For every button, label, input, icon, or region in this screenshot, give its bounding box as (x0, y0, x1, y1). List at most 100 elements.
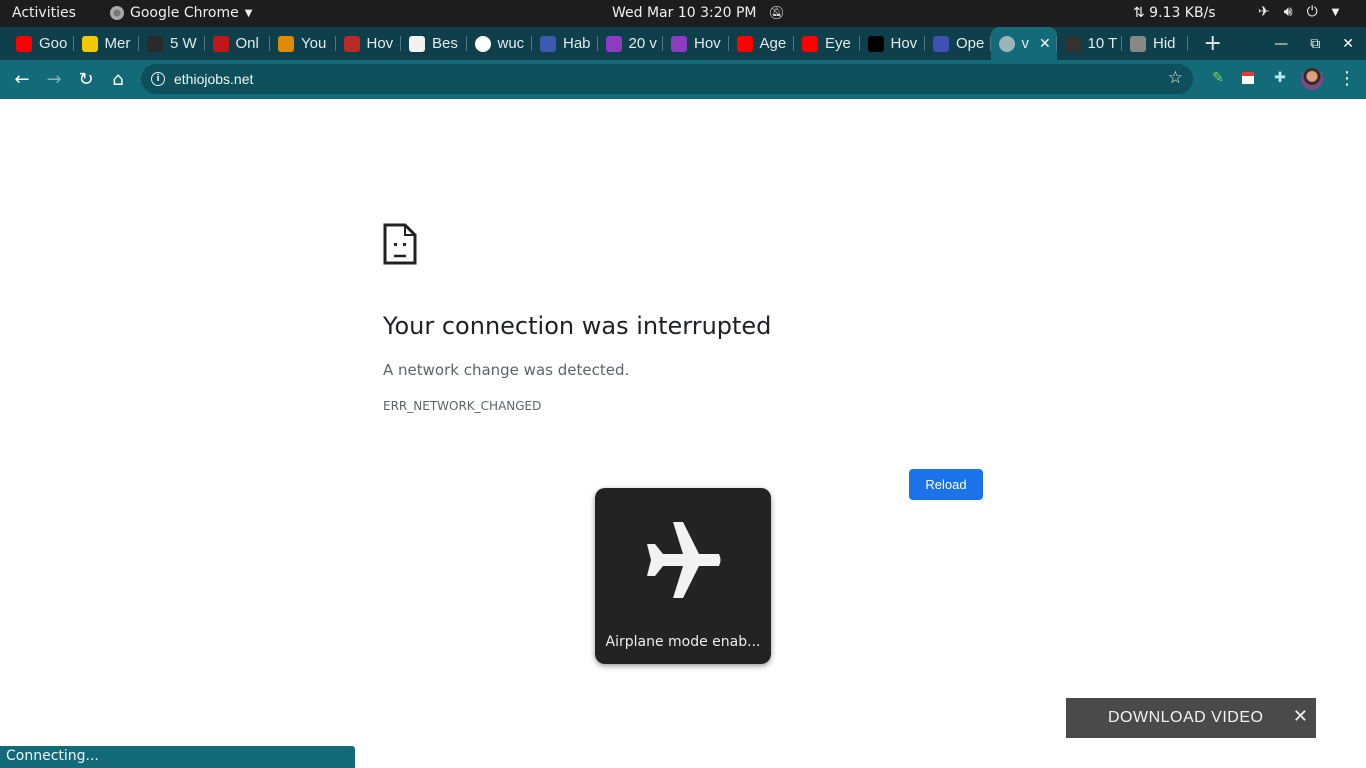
osd-message: Airplane mode enab... (605, 634, 761, 650)
tab-title: You (301, 35, 327, 52)
tabs: Goo Mer 5 W Onl You Hov Bes wuc Hab 20 v Hov Age Eye… (8, 27, 1188, 60)
tab-item[interactable]: Bes (401, 27, 467, 60)
profile-avatar[interactable] (1301, 68, 1323, 90)
tab-title: Mer (104, 35, 131, 52)
yellow-note-icon (81, 35, 98, 52)
blue-circle-icon (540, 35, 556, 52)
tab-title: 20 v (628, 35, 657, 52)
purple-e-icon (605, 35, 622, 52)
error-title: Your connection was interrupted (383, 312, 772, 340)
home-icon[interactable]: ⌂ (102, 64, 134, 96)
tab-title: Hov (694, 35, 721, 52)
app-name: Google Chrome (130, 5, 239, 21)
sad-document-icon (383, 223, 417, 269)
tab-item[interactable]: Onl (205, 27, 271, 60)
tab-item[interactable]: Goo (8, 27, 74, 60)
tab-item[interactable]: wuc (467, 27, 533, 60)
new-tab-button[interactable]: + (1204, 31, 1234, 56)
tab-title: Bes (432, 35, 458, 52)
tab-title: Onl (235, 35, 259, 52)
activities-button[interactable]: Activities (12, 5, 76, 21)
notifications-off-icon: 🔕︎ (768, 5, 786, 21)
extensions-puzzle-icon[interactable]: ✚ (1270, 68, 1290, 88)
tab-item[interactable]: Hid (1122, 27, 1188, 60)
datetime: Wed Mar 10 3:20 PM (612, 5, 757, 21)
airplane-icon: ✈ (1258, 4, 1270, 20)
tab-title: 10 T (1087, 35, 1118, 52)
youtube-icon (802, 35, 818, 52)
system-tray[interactable]: ✈ 🔊︎ ⏻ ▼ (1258, 4, 1339, 20)
clock[interactable]: Wed Mar 10 3:20 PM 🔕︎ (612, 5, 785, 21)
url-text[interactable]: ethiojobs.net (174, 71, 253, 87)
tab-item[interactable]: Hov (860, 27, 926, 60)
volume-icon: 🔊︎ (1283, 4, 1293, 20)
error-code: ERR_NETWORK_CHANGED (383, 399, 542, 413)
tab-title: Ope (956, 35, 985, 52)
close-icon[interactable]: ✕ (1293, 706, 1308, 727)
address-bar[interactable]: i ethiojobs.net ☆ (141, 64, 1193, 94)
tab-item[interactable]: Hov (336, 27, 402, 60)
tab-item[interactable]: 5 W (139, 27, 205, 60)
youtube-icon (736, 35, 753, 52)
tab-item[interactable]: You (270, 27, 336, 60)
tab-item[interactable]: Age (729, 27, 795, 60)
menu-dots-icon[interactable]: ⋮ (1338, 68, 1356, 89)
reload-icon[interactable]: ↻ (70, 64, 102, 96)
pen-extension-icon[interactable]: ✎ (1208, 68, 1228, 88)
tab-item[interactable]: Mer (74, 27, 140, 60)
calendar-extension-icon[interactable] (1238, 68, 1258, 88)
back-button[interactable]: ← (6, 64, 38, 96)
app-menu[interactable]: Google Chrome ▼ (110, 5, 252, 21)
airplane-mode-osd: Airplane mode enab... (595, 488, 771, 664)
close-tab-icon[interactable]: ✕ (1039, 35, 1051, 52)
minimize-icon[interactable]: — (1274, 36, 1288, 52)
status-bubble: Connecting... (0, 746, 355, 768)
tab-item[interactable]: Hab (532, 27, 598, 60)
chrome-icon (110, 6, 124, 20)
tab-item[interactable]: 10 T (1057, 27, 1123, 60)
network-speed: ⇅ 9.13 KB/s (1133, 5, 1216, 21)
download-video-bar[interactable]: DOWNLOAD VIDEO ✕ (1066, 698, 1316, 738)
error-description: A network change was detected. (383, 361, 630, 379)
close-icon[interactable]: ✕ (1342, 36, 1354, 52)
tab-title: wuc (497, 35, 525, 52)
browser-toolbar: ← → ↻ ⌂ i ethiojobs.net ☆ ✎ ✚ (0, 60, 1366, 99)
owl-icon (1130, 35, 1146, 52)
google-icon (474, 35, 491, 52)
dev-icon (867, 35, 884, 52)
triangle-logo-icon (278, 35, 294, 52)
reload-button[interactable]: Reload (909, 469, 983, 500)
system-top-bar: Activities Google Chrome ▼ Wed Mar 10 3:… (0, 0, 1366, 27)
tab-item[interactable]: Hov (663, 27, 729, 60)
forward-button[interactable]: → (38, 64, 70, 96)
ie-icon (147, 35, 163, 52)
chevron-down-icon: ▼ (244, 7, 253, 19)
tab-strip: Goo Mer 5 W Onl You Hov Bes wuc Hab 20 v Hov Age Eye… (0, 27, 1366, 60)
tab-title: Hov (366, 35, 394, 52)
download-video-label[interactable]: DOWNLOAD VIDEO (1108, 709, 1263, 727)
chevron-down-icon: ▼ (1331, 7, 1340, 18)
k-logo-icon (409, 35, 425, 52)
maximize-icon[interactable]: ⧉ (1310, 36, 1320, 52)
quora-icon (343, 35, 360, 52)
blue-e-icon (933, 35, 949, 52)
tab-title: Hov (890, 35, 918, 52)
tab-title: Hab (563, 35, 591, 52)
tab-item[interactable]: v ✕ (990, 27, 1057, 60)
globe-icon (998, 35, 1015, 52)
youtube-icon (16, 35, 32, 52)
tab-item[interactable]: Ope (925, 27, 991, 60)
tab-title: 5 W (170, 35, 197, 52)
tab-item[interactable]: Eye (794, 27, 860, 60)
tab-item[interactable]: 20 v (598, 27, 664, 60)
site-info-icon[interactable]: i (151, 72, 165, 86)
purple-e-icon (671, 35, 687, 52)
tab-title: Goo (39, 35, 68, 52)
bookmark-star-icon[interactable]: ☆ (1168, 68, 1183, 88)
airplane-icon (643, 520, 723, 604)
tab-title: Eye (825, 35, 851, 52)
tab-title: Hid (1153, 35, 1176, 52)
window-controls: — ⧉ ✕ (1274, 27, 1354, 60)
power-icon: ⏻ (1306, 4, 1318, 20)
udemy-icon (212, 35, 229, 52)
